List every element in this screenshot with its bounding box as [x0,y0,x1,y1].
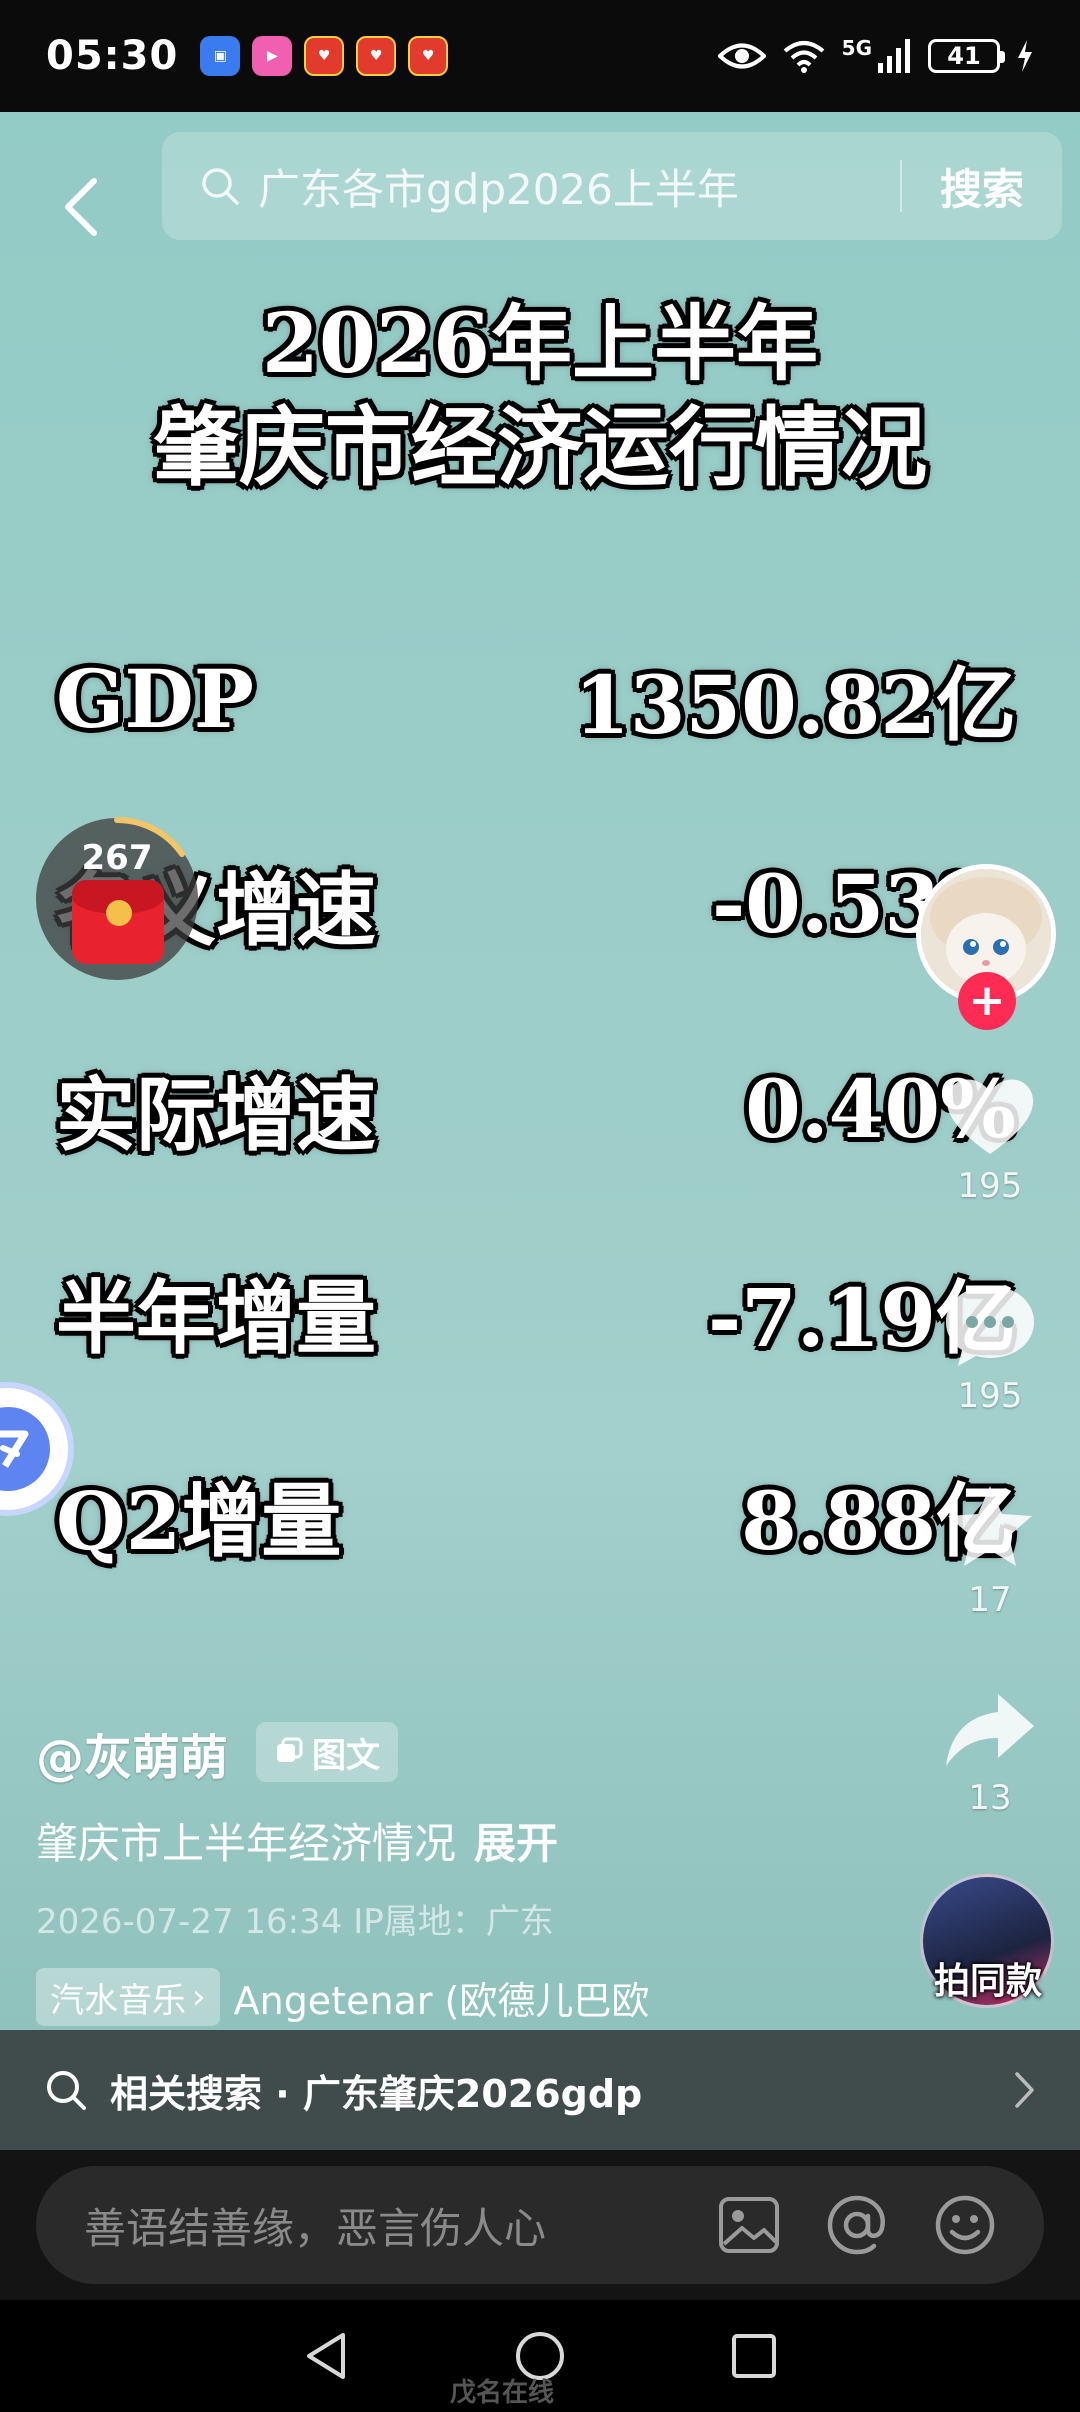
music-title[interactable]: Angetenar (欧德儿巴欧 [234,1970,704,2025]
author-name[interactable]: @灰萌萌 [36,1718,228,1788]
layers-icon [277,1737,303,1762]
music-tag-label: 汽水音乐 [50,1980,186,2021]
follow-button[interactable]: + [958,972,1016,1030]
video-app-icon: ▶ [252,36,293,76]
like-count: 195 [957,1166,1023,1206]
search-icon [47,2071,86,2110]
recents-square-icon[interactable] [731,2333,777,2379]
status-app-icons: ▣ ▶ ♥ ♥ ♥ [200,36,449,76]
comment-count: 195 [957,1376,1023,1416]
comment-area: 善语结善缘，恶言伤人心 [0,2150,1080,2300]
row-label: 实际增速 [56,1068,376,1162]
same-style-label[interactable]: 拍同款 [916,1952,1060,2004]
music-tag[interactable]: 汽水音乐 › [36,1968,220,2026]
chevron-right-icon [1015,2072,1034,2108]
comment-bubble-icon [946,1286,1034,1366]
poster-title-line2: 肇庆市经济运行情况 [153,397,927,498]
status-time: 05:30 [46,33,179,79]
red-packet-widget[interactable]: 267 [36,816,198,980]
chevron-left-icon [65,178,97,236]
share-count: 13 [968,1778,1012,1818]
charging-icon [1018,40,1032,72]
image-icon[interactable] [718,2196,780,2254]
battery-icon: 41 [928,39,1005,73]
post-caption[interactable]: 肇庆市上半年经济情况 展开 [36,1810,558,1871]
wifi-icon [783,41,824,73]
app-notification-icon: ▣ [200,36,241,76]
data-row-half-year-increment: 半年增量 -7.19亿 [56,1257,1016,1367]
comment-button[interactable]: 195 [920,1282,1060,1416]
data-row-gdp: GDP 1350.82亿 [56,644,1016,754]
related-search-bar[interactable]: 相关搜索 · 广东肇庆2026gdp [0,2030,1080,2150]
star-icon [948,1486,1032,1566]
mention-icon[interactable] [826,2194,888,2256]
data-row-q2-increment: Q2增量 8.88亿 [56,1460,1016,1570]
share-button[interactable]: 13 [920,1690,1060,1818]
status-right: 5G 41 [717,36,1034,74]
red-packet-count: 267 [81,838,153,878]
search-button[interactable]: 搜索 [902,156,1062,217]
favorite-count: 17 [968,1580,1012,1620]
caption-text: 肇庆市上半年经济情况 [36,1819,457,1868]
search-icon [202,168,239,205]
signal-icon [878,39,910,73]
badge-label: 图文 [312,1735,380,1776]
share-arrow-icon [946,1694,1034,1766]
assistant-icon [0,1407,50,1491]
envelope-seal [106,900,132,926]
search-bar[interactable]: 广东各市gdp2026上半年 搜索 [162,132,1062,240]
row-label: GDP [56,652,254,746]
heart-icon [946,1079,1034,1154]
row-label: Q2增量 [56,1474,342,1568]
expand-link[interactable]: 展开 [474,1819,558,1868]
comment-placeholder: 善语结善缘，恶言伤人心 [84,2203,547,2253]
battery-level: 41 [947,42,981,70]
status-bar: 05:30 ▣ ▶ ♥ ♥ ♥ 5G 41 [0,0,1080,112]
search-input[interactable]: 广东各市gdp2026上半年 [258,156,900,217]
watermark: 戊名在线 [450,2378,555,2408]
eye-icon [717,43,766,69]
post-meta: 2026-07-27 16:34 IP属地：广东 [36,1902,554,1942]
data-row-real-growth: 实际增速 0.40% [56,1054,1016,1164]
chevron-right-icon: › [192,1977,206,2017]
like-button[interactable]: 195 [920,1072,1060,1206]
related-search-text: 相关搜索 · 广东肇庆2026gdp [110,2071,643,2116]
favorite-button[interactable]: 17 [920,1482,1060,1620]
music-row[interactable]: 汽水音乐 › Angetenar (欧德儿巴欧 [36,1968,704,2026]
back-button[interactable] [40,152,120,262]
emoji-icon[interactable] [934,2194,996,2256]
shopping-app-icon: ♥ [356,36,397,76]
post-image-area[interactable]: 广东各市gdp2026上半年 搜索 2026年上半年 肇庆市经济运行情况 GDP… [0,112,1080,2030]
comment-tools [718,2194,996,2256]
back-triangle-icon[interactable] [303,2331,349,2381]
shopping-app-icon: ♥ [408,36,449,76]
red-envelope-icon [72,880,164,964]
row-label: 半年增量 [56,1271,376,1365]
shopping-app-icon: ♥ [304,36,345,76]
network-type: 5G [841,36,872,60]
row-value: 1350.82亿 [574,658,1016,752]
image-text-badge: 图文 [256,1722,398,1782]
comment-input[interactable]: 善语结善缘，恶言伤人心 [36,2166,1044,2284]
